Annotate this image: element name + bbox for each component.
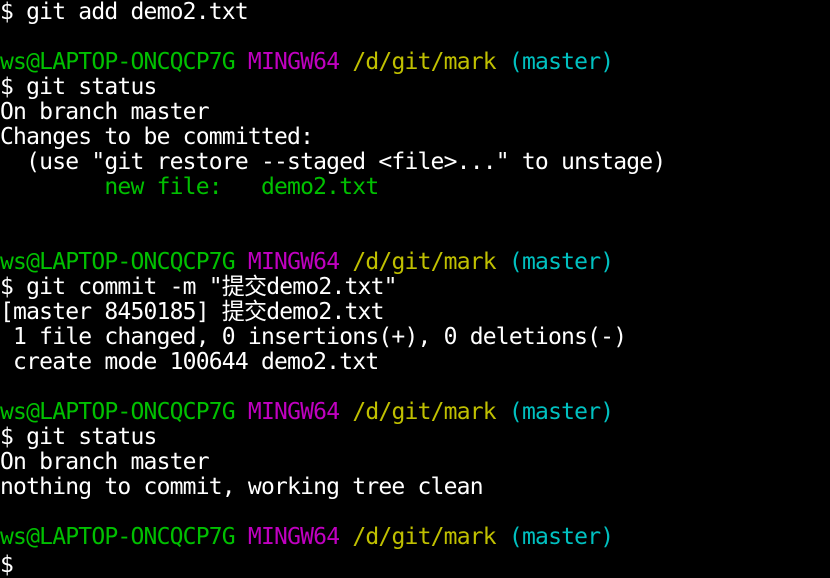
- prompt-line: ws@LAPTOP-ONCQCP7G MINGW64 /d/git/mark (…: [0, 250, 830, 275]
- command-input-line[interactable]: $: [0, 550, 830, 578]
- output-text: $ git add demo2.txt: [0, 0, 249, 25]
- prompt-env: MINGW64: [247, 49, 340, 75]
- prompt-path: /d/git/mark: [352, 399, 496, 425]
- output-text: On branch master: [0, 99, 210, 125]
- output-line: $ git add demo2.txt: [0, 0, 830, 25]
- input-prompt-symbol: $: [0, 552, 14, 578]
- output-line: create mode 100644 demo2.txt: [0, 350, 830, 375]
- prompt-branch: (master): [508, 524, 614, 550]
- prompt-line: ws@LAPTOP-ONCQCP7G MINGW64 /d/git/mark (…: [0, 400, 830, 425]
- prompt-path: /d/git/mark: [352, 524, 496, 550]
- output-line: 1 file changed, 0 insertions(+), 0 delet…: [0, 325, 830, 350]
- prompt-line: ws@LAPTOP-ONCQCP7G MINGW64 /d/git/mark (…: [0, 525, 830, 550]
- output-text: nothing to commit, working tree clean: [0, 474, 484, 500]
- prompt-path: /d/git/mark: [352, 49, 496, 75]
- prompt-line: ws@LAPTOP-ONCQCP7G MINGW64 /d/git/mark (…: [0, 50, 830, 75]
- prompt-user-host: ws@LAPTOP-ONCQCP7G: [0, 524, 236, 550]
- prompt-env: MINGW64: [247, 249, 340, 275]
- staged-file-text: new file: demo2.txt: [0, 174, 379, 200]
- output-line: Changes to be committed:: [0, 125, 830, 150]
- output-line: On branch master: [0, 450, 830, 475]
- output-line: $ git commit -m "提交demo2.txt": [0, 275, 830, 300]
- text-cursor: [13, 550, 25, 572]
- output-text: $ git status: [0, 74, 157, 100]
- prompt-env: MINGW64: [247, 399, 340, 425]
- prompt-user-host: ws@LAPTOP-ONCQCP7G: [0, 249, 236, 275]
- output-text: create mode 100644 demo2.txt: [0, 349, 379, 375]
- output-line: On branch master: [0, 100, 830, 125]
- output-text: $ git status: [0, 424, 157, 450]
- output-text: On branch master: [0, 449, 210, 475]
- terminal-window[interactable]: $ git add demo2.txt ws@LAPTOP-ONCQCP7G MI…: [0, 0, 830, 578]
- output-text: Changes to be committed:: [0, 124, 314, 150]
- prompt-user-host: ws@LAPTOP-ONCQCP7G: [0, 49, 236, 75]
- prompt-user-host: ws@LAPTOP-ONCQCP7G: [0, 399, 236, 425]
- output-line: nothing to commit, working tree clean: [0, 475, 830, 500]
- prompt-branch: (master): [508, 249, 614, 275]
- prompt-branch: (master): [508, 49, 614, 75]
- output-line: (use "git restore --staged <file>..." to…: [0, 150, 830, 175]
- output-line: [master 8450185] 提交demo2.txt: [0, 300, 830, 325]
- output-text: $ git commit -m "提交demo2.txt": [0, 274, 397, 300]
- output-text: [master 8450185] 提交demo2.txt: [0, 299, 384, 325]
- prompt-env: MINGW64: [247, 524, 340, 550]
- prompt-path: /d/git/mark: [352, 249, 496, 275]
- output-text: 1 file changed, 0 insertions(+), 0 delet…: [0, 324, 627, 350]
- output-line: $ git status: [0, 75, 830, 100]
- prompt-branch: (master): [508, 399, 614, 425]
- staged-file-line: new file: demo2.txt: [0, 175, 830, 200]
- output-line: $ git status: [0, 425, 830, 450]
- output-text: (use "git restore --staged <file>..." to…: [0, 149, 666, 175]
